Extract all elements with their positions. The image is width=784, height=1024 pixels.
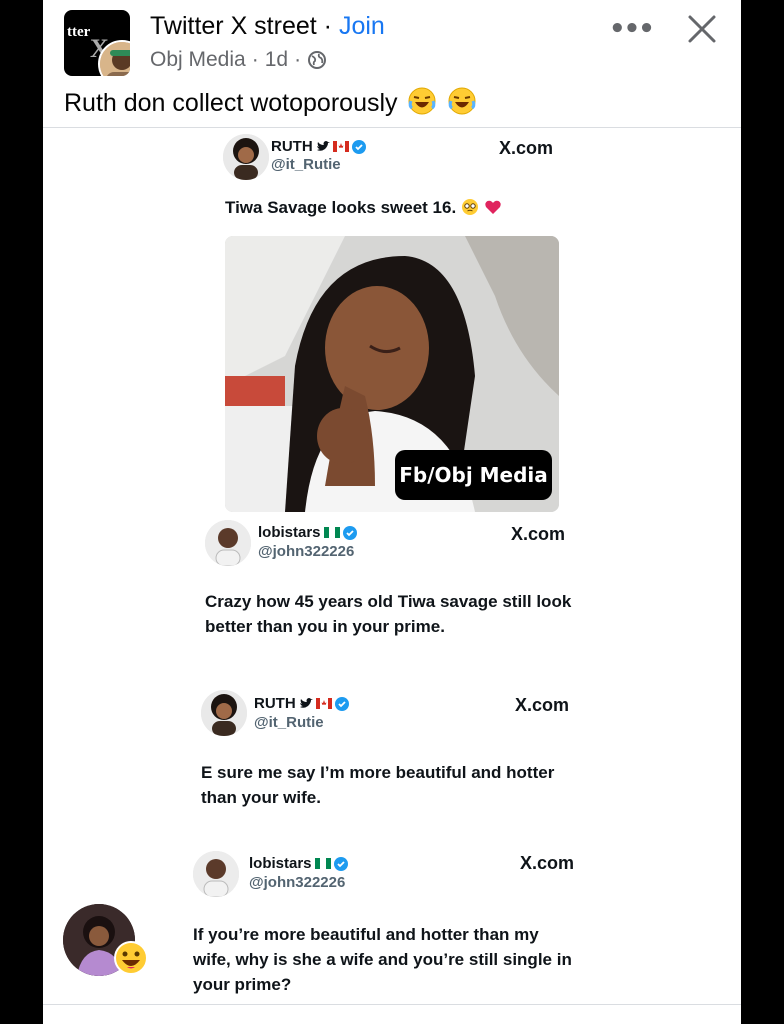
tweet-handle: @john322226	[249, 874, 346, 891]
tweet-avatar	[223, 134, 269, 180]
x-bird-icon	[316, 140, 330, 151]
group-name-link[interactable]: Twitter X street	[150, 12, 317, 40]
tweet-body: Tiwa Savage looks sweet 16.	[225, 198, 457, 217]
tweet-name: lobistars	[249, 855, 312, 872]
tweet-author-name: RUTH	[254, 695, 349, 712]
tweet-avatar	[193, 851, 239, 897]
tweet-handle: @john322226	[258, 543, 355, 560]
tweet-source: X.com	[499, 138, 554, 158]
tweet-author-name: lobistars	[249, 855, 348, 872]
tweet-name: RUTH	[254, 695, 296, 712]
canada-flag-icon	[315, 698, 332, 709]
pleading-face-icon	[461, 199, 478, 215]
author-name[interactable]: Obj Media	[150, 48, 246, 72]
tweet-handle: @it_Rutie	[254, 714, 324, 731]
verified-badge-icon	[333, 856, 348, 871]
group-logo-text: tter	[67, 24, 91, 40]
tweet-name: RUTH	[271, 138, 313, 155]
more-options-icon[interactable]: •••	[609, 14, 655, 44]
meta-dot: ·	[251, 48, 259, 71]
canada-flag-icon	[332, 141, 349, 152]
verified-badge-icon	[351, 139, 366, 154]
divider	[43, 127, 741, 128]
tweet-text: E sure me say I’m more beautiful and hot…	[201, 763, 555, 807]
tweet-author-name: lobistars	[258, 524, 357, 541]
post-meta: Obj Media · 1d ·	[150, 48, 327, 72]
group-title: Twitter X street · Join	[150, 12, 385, 41]
nigeria-flag-icon	[323, 527, 340, 538]
tweet-source: X.com	[520, 853, 575, 873]
tweet-avatar	[205, 520, 251, 566]
laughing-emoji-icon	[408, 87, 436, 115]
tweet-name: lobistars	[258, 524, 321, 541]
post-time[interactable]: 1d	[265, 48, 288, 72]
image-watermark: Fb/Obj Media	[395, 450, 552, 500]
post-caption: Ruth don collect wotoporously	[64, 86, 477, 118]
x-bird-icon	[299, 697, 313, 708]
globe-icon	[308, 51, 327, 69]
join-button[interactable]: Join	[339, 12, 385, 40]
red-heart-icon	[484, 200, 501, 214]
meta-dot: ·	[294, 48, 302, 71]
tweet-source: X.com	[511, 524, 566, 544]
nigeria-flag-icon	[314, 858, 331, 869]
close-icon[interactable]	[684, 11, 720, 47]
caption-text: Ruth don collect wotoporously	[64, 89, 398, 117]
tweet-text: Tiwa Savage looks sweet 16.	[225, 195, 545, 220]
group-avatar[interactable]: tter X	[64, 10, 130, 76]
tweet-author-name: RUTH	[271, 138, 366, 155]
title-separator: ·	[316, 12, 339, 40]
verified-badge-icon	[342, 525, 357, 540]
grinning-emoji-icon	[114, 941, 148, 975]
tweet-text: Crazy how 45 years old Tiwa savage still…	[205, 592, 572, 636]
tweet-avatar	[201, 690, 247, 736]
laughing-emoji-icon	[448, 87, 476, 115]
tweet-source: X.com	[515, 695, 570, 715]
divider	[43, 1004, 741, 1005]
tweet-text: If you’re more beautiful and hotter than…	[193, 925, 572, 994]
verified-badge-icon	[334, 696, 349, 711]
tweet-handle: @it_Rutie	[271, 156, 341, 173]
facebook-post: tter X Twitter X street · Join Obj Media…	[43, 0, 741, 1024]
